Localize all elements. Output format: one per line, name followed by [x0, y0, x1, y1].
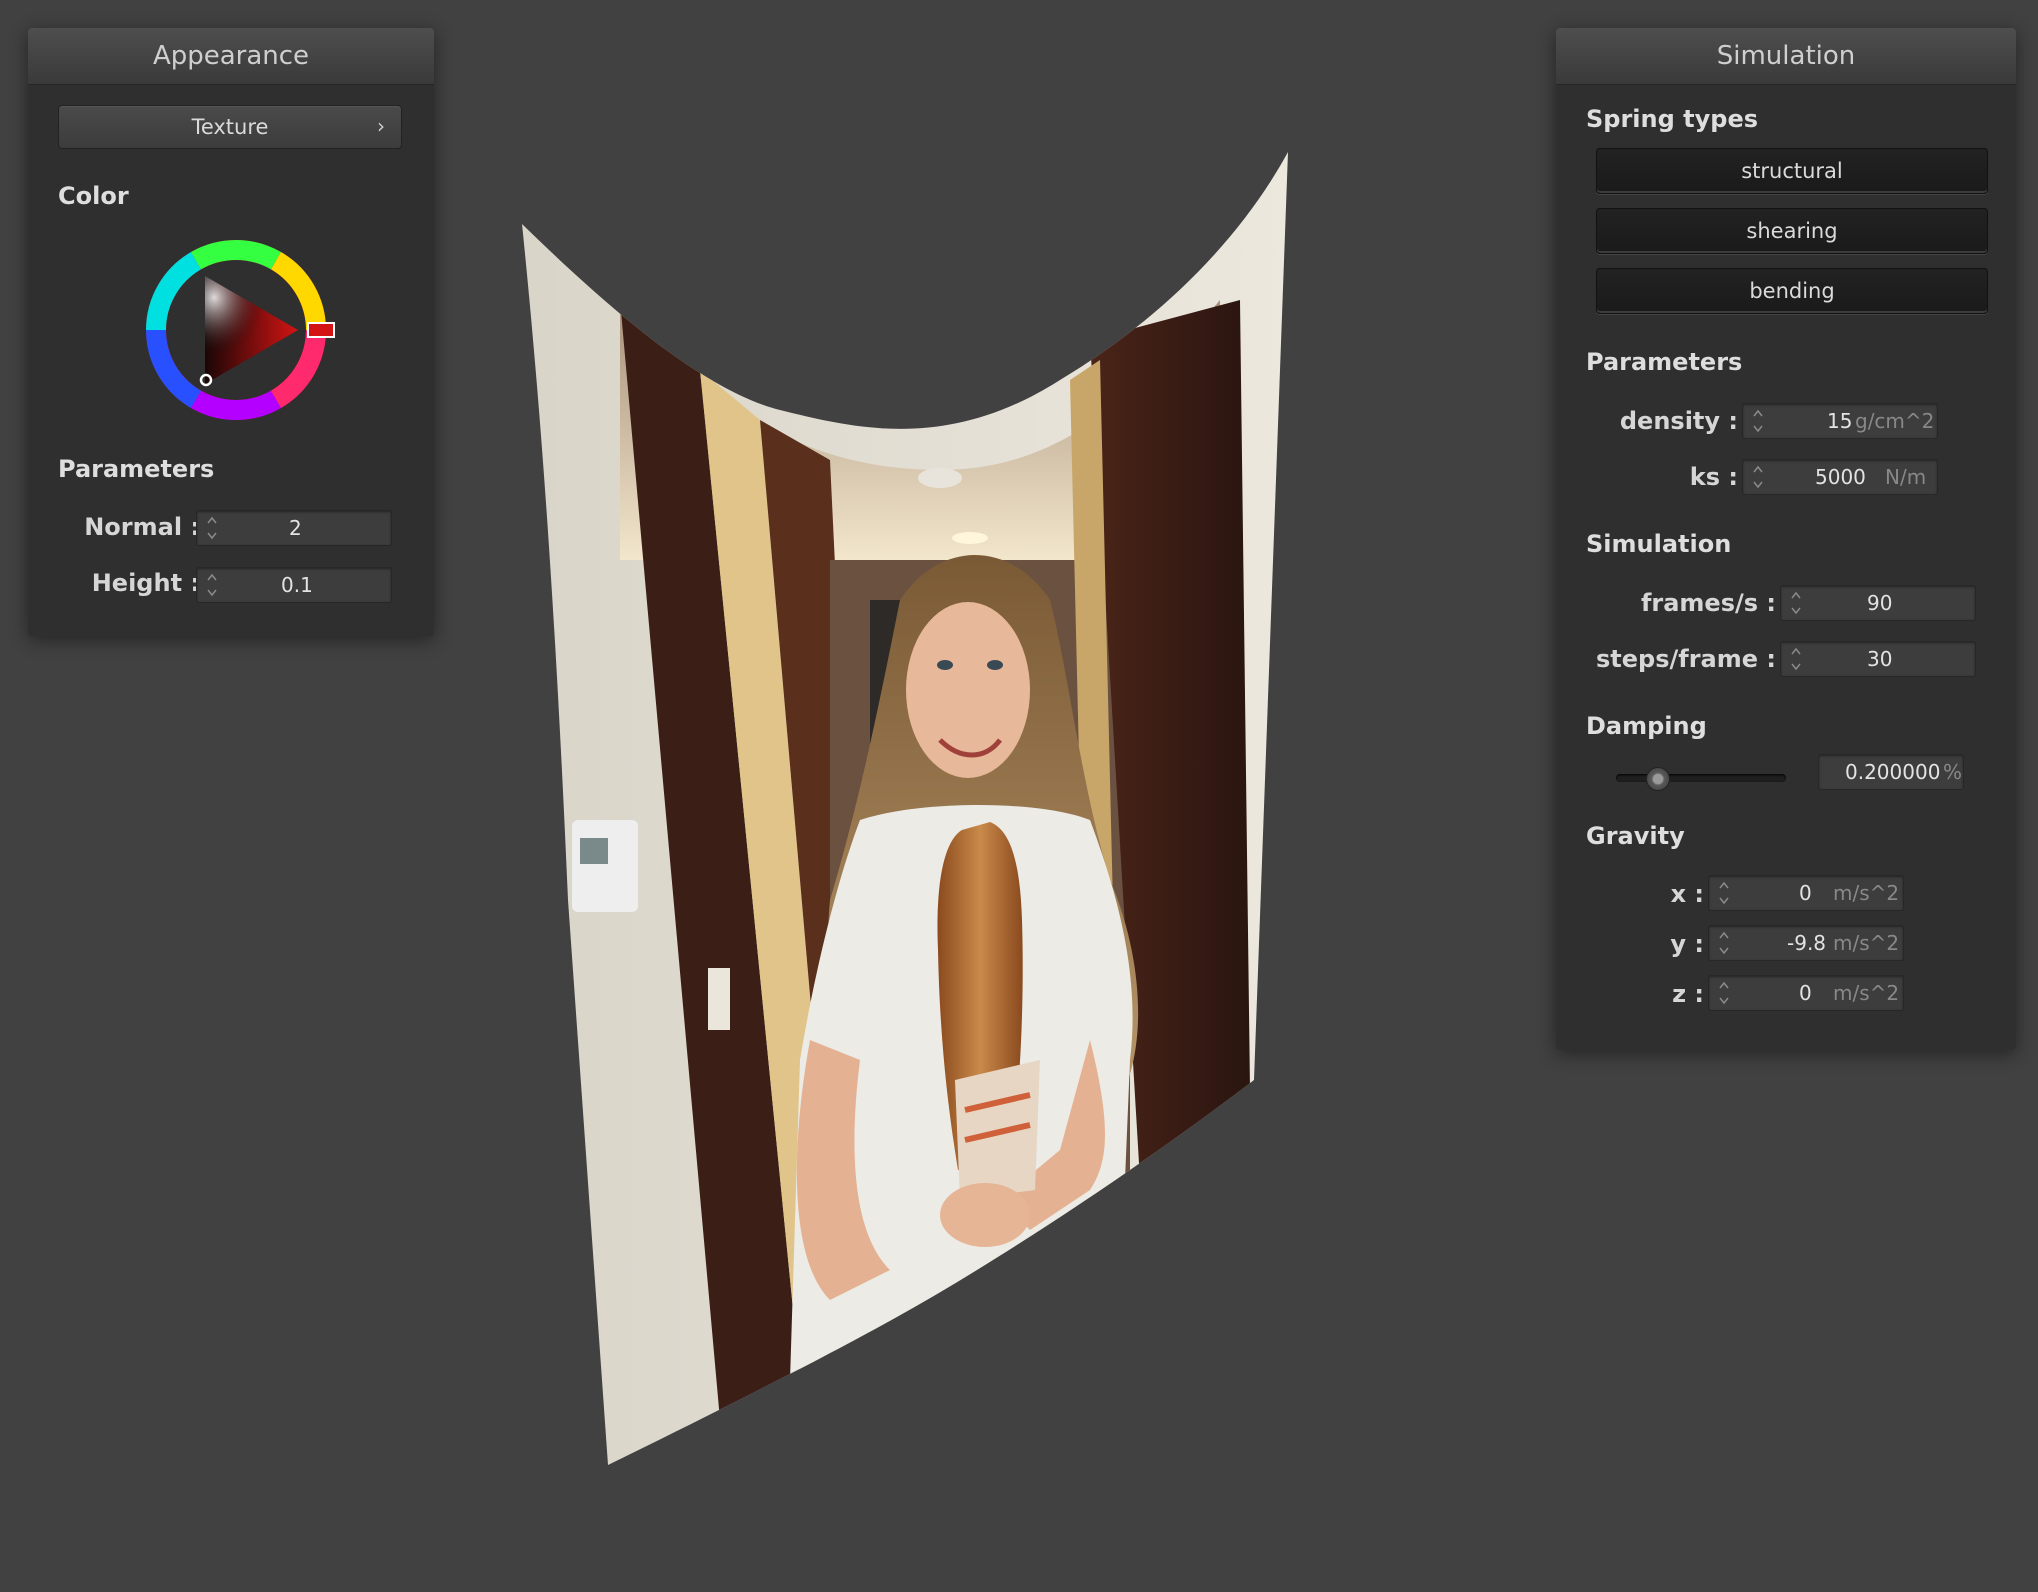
appearance-parameters-label: Parameters [58, 455, 215, 483]
simulation-panel: Simulation Spring types structural shear… [1556, 28, 2016, 1050]
structural-button[interactable]: structural [1596, 148, 1988, 194]
height-value[interactable]: 0.1 [281, 568, 313, 602]
spin-arrows-icon[interactable] [1751, 405, 1765, 437]
gravity-x-value[interactable]: 0 [1799, 876, 1812, 910]
bending-button[interactable]: bending [1596, 268, 1988, 314]
gravity-label: Gravity [1586, 822, 1685, 850]
spin-arrows-icon[interactable] [1717, 927, 1731, 959]
appearance-panel: Appearance Texture › Color Parameters No… [28, 28, 434, 636]
density-unit: g/cm^2 [1855, 409, 1935, 433]
density-label: density : [1619, 407, 1738, 435]
shearing-button[interactable]: shearing [1596, 208, 1988, 254]
sim-parameters-label: Parameters [1586, 348, 1743, 376]
ks-label: ks : [1689, 463, 1738, 491]
gravity-z-label: z : [1672, 980, 1704, 1008]
height-spinbox[interactable]: 0.1 [196, 567, 392, 603]
ks-unit: N/m [1885, 465, 1927, 489]
gravity-y-unit: m/s^2 [1833, 931, 1900, 955]
spin-arrows-icon[interactable] [1717, 877, 1731, 909]
height-label: Height : [91, 569, 200, 597]
spring-types-label: Spring types [1586, 105, 1759, 133]
density-spinbox[interactable]: 15 g/cm^2 [1742, 403, 1938, 439]
steps-value[interactable]: 30 [1867, 642, 1892, 676]
gravity-z-spinbox[interactable]: 0 m/s^2 [1708, 975, 1904, 1011]
damping-label: Damping [1586, 712, 1707, 740]
texture-image [522, 152, 1288, 1465]
normal-value[interactable]: 2 [289, 511, 302, 545]
fps-spinbox[interactable]: 90 [1780, 585, 1976, 621]
appearance-panel-title[interactable]: Appearance [28, 28, 434, 85]
spin-arrows-icon[interactable] [1789, 587, 1803, 619]
ks-spinbox[interactable]: 5000 N/m [1742, 459, 1938, 495]
ks-value[interactable]: 5000 [1815, 460, 1866, 494]
gravity-x-spinbox[interactable]: 0 m/s^2 [1708, 875, 1904, 911]
damping-slider[interactable] [1616, 766, 1786, 791]
spin-arrows-icon[interactable] [1717, 977, 1731, 1009]
spin-arrows-icon[interactable] [205, 569, 219, 601]
damping-value[interactable]: 0.200000 [1845, 755, 1940, 789]
gravity-x-label: x : [1670, 880, 1704, 908]
texture-button[interactable]: Texture › [58, 105, 402, 149]
normal-label: Normal : [84, 513, 200, 541]
color-label: Color [58, 182, 129, 210]
density-value[interactable]: 15 [1827, 404, 1852, 438]
damping-slider-knob[interactable] [1646, 767, 1670, 791]
damping-field[interactable]: 0.200000 % [1818, 754, 1964, 790]
damping-unit: % [1943, 760, 1963, 784]
gravity-z-unit: m/s^2 [1833, 981, 1900, 1005]
steps-spinbox[interactable]: 30 [1780, 641, 1976, 677]
gravity-y-spinbox[interactable]: -9.8 m/s^2 [1708, 925, 1904, 961]
normal-spinbox[interactable]: 2 [196, 510, 392, 546]
spin-arrows-icon[interactable] [205, 512, 219, 544]
fps-value[interactable]: 90 [1867, 586, 1892, 620]
gravity-y-label: y : [1670, 930, 1704, 958]
fps-label: frames/s : [1640, 589, 1776, 617]
gravity-x-unit: m/s^2 [1833, 881, 1900, 905]
spin-arrows-icon[interactable] [1789, 643, 1803, 675]
hue-marker[interactable] [307, 322, 335, 338]
spin-arrows-icon[interactable] [1751, 461, 1765, 493]
chevron-right-icon: › [377, 114, 385, 138]
simulation-section-label: Simulation [1586, 530, 1732, 558]
texture-button-label: Texture [191, 115, 269, 139]
triangle-shade [205, 276, 298, 384]
gravity-z-value[interactable]: 0 [1799, 976, 1812, 1010]
simulation-panel-title[interactable]: Simulation [1556, 28, 2016, 85]
damping-slider-track[interactable] [1616, 774, 1786, 782]
color-wheel[interactable] [136, 230, 336, 430]
gravity-y-value[interactable]: -9.8 [1787, 926, 1826, 960]
steps-label: steps/frame : [1596, 645, 1776, 673]
